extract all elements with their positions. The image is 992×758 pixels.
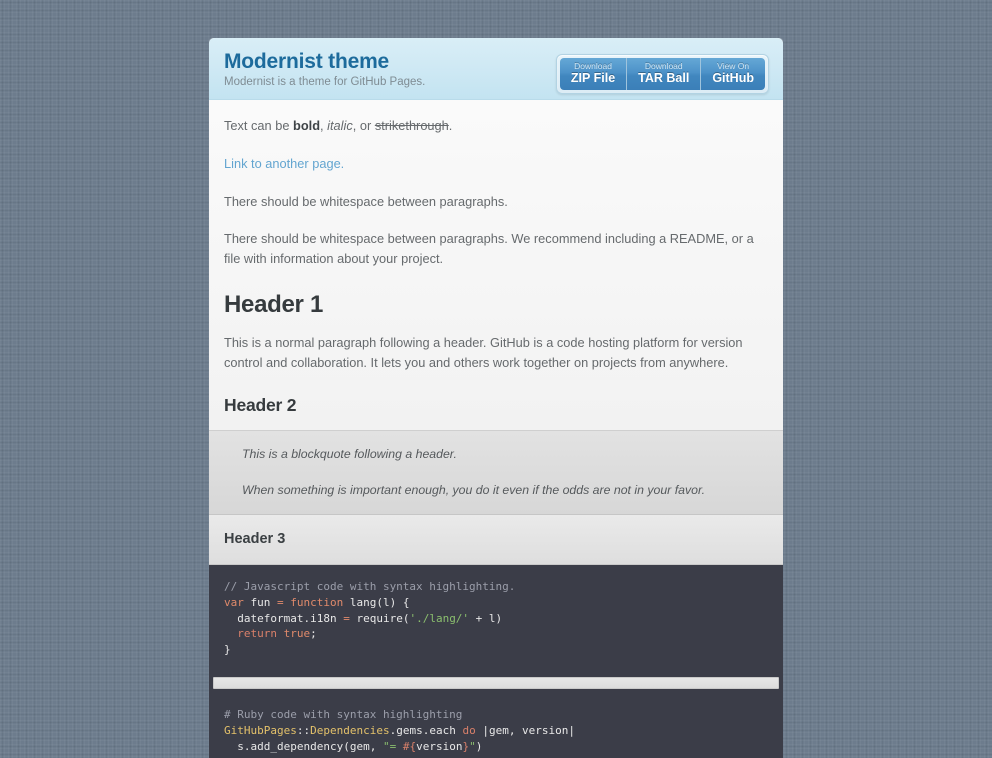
download-button-group: Download ZIP File Download TAR Ball View… [555, 54, 769, 95]
another-page-link[interactable]: Link to another page. [224, 156, 344, 171]
js-line3-lhs: dateformat.i18n [224, 611, 344, 625]
blockquote-line-1: This is a blockquote following a header. [242, 446, 457, 461]
link-paragraph: Link to another page. [224, 154, 765, 174]
js-comment: // Javascript code with syntax highlight… [224, 579, 516, 593]
download-tar-button[interactable]: Download TAR Ball [627, 58, 702, 91]
code-block-separator-bar [213, 677, 779, 690]
ruby-string-close: " [469, 740, 476, 754]
paragraph-after-header-1: This is a normal paragraph following a h… [224, 335, 743, 370]
ruby-interpolation-open: #{ [402, 740, 417, 754]
page-wrapper: Modernist theme Modernist is a theme for… [209, 38, 783, 758]
js-string-lang-path: './lang/' [409, 611, 470, 625]
js-literal-true: true [276, 627, 311, 641]
download-tar-button-kicker: Download [644, 61, 683, 71]
ruby-scope-operator: :: [296, 724, 311, 738]
ruby-block-args: |gem, version| [475, 724, 576, 738]
intro-bold: bold [293, 118, 321, 133]
js-keyword-function: function [283, 595, 344, 609]
main-content: Text can be bold, italic, or strikethrou… [209, 100, 783, 758]
header-2: Header 2 [224, 394, 297, 415]
intro-mid-2: , or [352, 118, 375, 133]
ruby-keyword-do: do [462, 724, 476, 738]
js-require-call: require( [349, 611, 410, 625]
whitespace-paragraph-1: There should be whitespace between parag… [224, 193, 508, 209]
download-zip-button-label: ZIP File [570, 70, 616, 85]
js-operator-eq-2: = [343, 611, 350, 625]
blockquote: This is a blockquote following a header.… [209, 429, 783, 515]
ruby-class-dependencies: Dependencies [310, 724, 390, 738]
site-header: Modernist theme Modernist is a theme for… [209, 38, 783, 100]
ruby-comment: # Ruby code with syntax highlighting [224, 708, 463, 722]
download-tar-button-label: TAR Ball [638, 70, 690, 85]
download-zip-button-kicker: Download [574, 61, 612, 71]
header-1: Header 1 [224, 291, 323, 319]
view-on-github-button-label: GitHub [712, 70, 754, 85]
code-block-ruby: # Ruby code with syntax highlighting Git… [209, 693, 783, 758]
view-on-github-button[interactable]: View On GitHub [701, 58, 765, 91]
ruby-method-chain: .gems.each [389, 724, 463, 738]
view-on-github-button-kicker: View On [717, 61, 750, 71]
ruby-interpolation-var: version [416, 740, 463, 754]
js-closing-brace: } [224, 643, 231, 657]
header-3: Header 3 [224, 530, 286, 547]
intro-suffix: . [448, 118, 453, 133]
ruby-call-close-paren: ) [475, 740, 483, 754]
content-top-section: Text can be bold, italic, or strikethrou… [209, 100, 783, 430]
intro-prefix: Text can be [224, 118, 294, 133]
js-operator-eq-1: = [277, 595, 284, 609]
download-zip-button[interactable]: Download ZIP File [559, 58, 628, 91]
js-line3-tail: + l) [469, 611, 503, 625]
js-semicolon: ; [310, 627, 317, 641]
header-3-section: Header 3 [209, 514, 783, 565]
js-keyword-var: var [224, 595, 244, 609]
js-fn-name: fun [243, 595, 277, 609]
intro-paragraph: Text can be bold, italic, or strikethrou… [224, 116, 765, 136]
intro-italic: italic [327, 118, 353, 133]
code-block-separator [209, 673, 783, 694]
intro-strikethrough: strikethrough [374, 118, 449, 133]
ruby-string-open: "= [382, 740, 403, 754]
ruby-add-dependency-call: s.add_dependency(gem, [224, 740, 383, 754]
ruby-class-githubpages: GitHubPages [224, 724, 297, 738]
code-block-javascript: // Javascript code with syntax highlight… [209, 564, 783, 674]
js-signature: lang(l) { [343, 595, 410, 609]
blockquote-line-2: When something is important enough, you … [242, 483, 705, 498]
whitespace-paragraph-2: There should be whitespace between parag… [224, 231, 754, 267]
theme-container: Modernist theme Modernist is a theme for… [209, 38, 783, 758]
js-keyword-return: return [224, 627, 277, 641]
